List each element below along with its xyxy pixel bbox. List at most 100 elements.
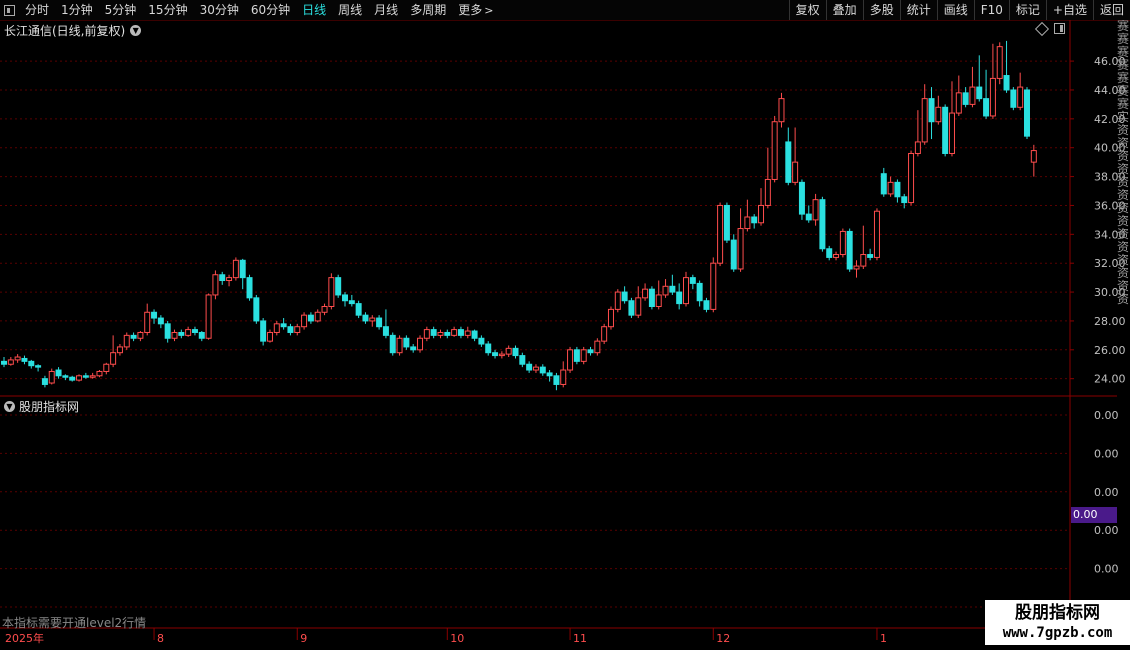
- candle-body: [485, 343, 492, 354]
- candle-body: [635, 297, 642, 316]
- candle-body: [21, 357, 28, 362]
- indicator-tick-label: 0.00: [1094, 563, 1119, 576]
- candle-body: [144, 311, 151, 333]
- watermark-url: www.7gpzb.com: [1002, 625, 1113, 641]
- candle-body: [560, 369, 567, 385]
- month-label: 11: [573, 632, 587, 645]
- candle-body: [410, 346, 417, 351]
- candle-body: [621, 291, 628, 302]
- candle-body: [703, 300, 710, 310]
- candle-body: [1003, 75, 1010, 91]
- candle-body: [314, 311, 321, 322]
- candle-body: [423, 329, 430, 339]
- candle-body: [437, 331, 444, 336]
- candle-body: [389, 334, 396, 354]
- candle-body: [880, 173, 887, 195]
- side-strip-char: 资: [1117, 292, 1130, 306]
- candle-body: [164, 323, 171, 339]
- candle-body: [587, 349, 594, 354]
- candle-body: [7, 359, 14, 365]
- candle-body: [567, 349, 574, 371]
- month-label: 12: [716, 632, 730, 645]
- candle-body: [676, 291, 683, 305]
- candle-body: [873, 210, 880, 258]
- candle-body: [478, 337, 485, 345]
- candle-body: [826, 248, 833, 258]
- candle-body: [335, 277, 342, 296]
- month-label: 9: [300, 632, 307, 645]
- candle-body: [28, 360, 35, 367]
- candle-body: [717, 204, 724, 264]
- candle-body: [48, 370, 55, 384]
- candle-body: [342, 294, 348, 302]
- candle-body: [417, 337, 424, 351]
- candle-body: [812, 199, 819, 221]
- candle-body: [35, 365, 42, 368]
- candle-body: [983, 98, 990, 117]
- candle-body: [266, 331, 273, 342]
- candle-body: [737, 228, 744, 270]
- candle-body: [89, 375, 96, 378]
- candle-body: [710, 262, 717, 310]
- watermark-logo: 股朋指标网 www.7gpzb.com: [985, 600, 1130, 645]
- candle-body: [914, 141, 921, 154]
- candle-body: [301, 314, 308, 328]
- candle-body: [655, 294, 662, 307]
- candle-body: [901, 196, 908, 204]
- candle-body: [969, 86, 976, 105]
- candle-body: [519, 355, 526, 365]
- candle-body: [62, 375, 69, 378]
- candle-body: [492, 352, 499, 357]
- candle-body: [191, 329, 198, 333]
- candle-body: [76, 375, 83, 381]
- candle-body: [307, 314, 314, 322]
- candle-body: [798, 181, 805, 215]
- candle-body: [96, 370, 103, 377]
- candle-body: [996, 46, 1003, 79]
- candle-body: [396, 337, 403, 354]
- candle-body: [430, 329, 437, 336]
- candle-body: [151, 311, 158, 319]
- indicator-current-value: 0.00: [1071, 507, 1117, 523]
- candle-body: [198, 331, 205, 339]
- candle-body: [648, 288, 655, 308]
- candle-body: [867, 254, 874, 258]
- candle-body: [928, 98, 935, 123]
- candle-body: [526, 363, 533, 371]
- candle-body: [362, 314, 369, 322]
- candle-body: [55, 369, 62, 377]
- candle-body: [976, 86, 983, 100]
- candle-body: [696, 282, 703, 302]
- candle-body: [355, 303, 362, 316]
- indicator-tick-label: 0.00: [1094, 486, 1119, 499]
- candle-body: [908, 152, 915, 204]
- candle-body: [444, 331, 451, 336]
- candle-body: [69, 376, 76, 381]
- candle-body: [819, 199, 826, 250]
- candle-body: [839, 230, 846, 256]
- candle-body: [935, 106, 942, 123]
- candle-body: [758, 204, 765, 224]
- watermark-name: 股朋指标网: [1015, 603, 1100, 623]
- candle-body: [82, 375, 89, 378]
- candle-body: [1010, 89, 1017, 108]
- candle-body: [860, 254, 867, 267]
- candle-body: [601, 326, 608, 342]
- candle-body: [294, 326, 301, 333]
- candle-body: [751, 216, 758, 224]
- side-info-strip: 赛赛赛赛赛赛赛实资资资资资资资资资资资资资资: [1117, 20, 1130, 620]
- candle-body: [846, 230, 853, 270]
- candle-body: [955, 92, 962, 114]
- candle-body: [130, 334, 137, 339]
- candle-body: [921, 98, 928, 143]
- month-label: 10: [450, 632, 464, 645]
- candlestick-chart[interactable]: 24.0026.0028.0030.0032.0034.0036.0038.00…: [0, 0, 1130, 650]
- candle-body: [628, 300, 635, 316]
- candle-body: [689, 277, 696, 284]
- candle-body: [280, 323, 287, 328]
- month-label: 2025年: [5, 631, 44, 645]
- candle-body: [185, 329, 192, 336]
- candle-body: [403, 337, 410, 348]
- candle-body: [287, 326, 294, 333]
- candle-body: [157, 317, 164, 325]
